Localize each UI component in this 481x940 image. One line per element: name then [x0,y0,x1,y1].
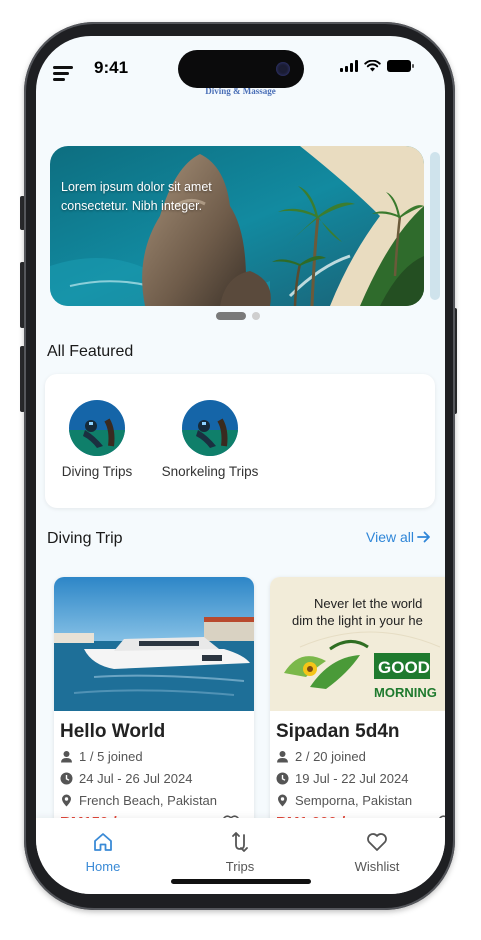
featured-section-title: All Featured [47,343,134,360]
stage: 9:41 Diving & Massage Lorem ipsum dolor … [0,0,481,940]
nav-item-trips[interactable]: Trips [195,832,285,874]
banner-slide[interactable]: Lorem ipsum dolor sit amet consectetur. … [50,146,424,306]
diving-trip-section-title: Diving Trip [47,530,123,547]
featured-item-label: Diving Trips [61,464,133,479]
heart-icon [367,833,387,851]
person-icon [61,750,72,762]
trip-title: Hello World [60,721,166,742]
person-icon [277,750,288,762]
trip-title: Sipadan 5d4n [276,721,400,742]
dynamic-island [178,50,304,88]
nav-label-home: Home [85,859,121,874]
trips-icon [232,832,248,852]
trip-location: Semporna, Pakistan [276,791,445,809]
home-icon [94,833,112,851]
trip-dates: 24 Jul - 26 Jul 2024 [60,769,254,787]
nav-item-home[interactable]: Home [58,832,148,874]
nav-item-wishlist[interactable]: Wishlist [332,832,422,874]
arrow-right-icon [417,531,430,543]
camera-icon [276,62,290,76]
trip-joined-text: 2 / 20 joined [295,748,366,764]
next-banner-peek[interactable] [430,152,440,300]
image-badge-good: GOOD [378,658,430,677]
trip-location-text: French Beach, Pakistan [79,792,218,808]
trip-joined: 2 / 20 joined [276,747,445,765]
bottom-nav: Home Trips Wishlist [36,818,445,894]
trip-joined: 1 / 5 joined [60,747,254,765]
featured-item-diving-trips[interactable]: Diving Trips [56,400,138,479]
trip-card[interactable]: Hello World 1 / 5 joined 24 Jul - 26 Jul… [54,577,254,837]
trip-location-text: Semporna, Pakistan [295,792,413,808]
banner-text: Lorem ipsum dolor sit amet consectetur. … [61,180,212,213]
diving-trips-avatar [69,400,125,456]
location-pin-icon [62,794,71,806]
trip-dates-text: 24 Jul - 26 Jul 2024 [79,770,193,786]
status-icons [340,60,414,72]
clock-icon [276,772,289,784]
carousel-dot[interactable] [252,312,260,320]
image-badge-morning: MORNING [374,685,437,700]
home-indicator [171,879,311,884]
snorkeling-trips-avatar [182,400,238,456]
nav-label-trips: Trips [225,859,255,874]
image-text-line2: dim the light in your he [292,613,423,628]
trip-image-yacht [54,577,254,711]
clock-icon [60,772,73,784]
banner-carousel[interactable]: Lorem ipsum dolor sit amet consectetur. … [50,146,440,308]
carousel-indicator [216,312,260,320]
trip-card[interactable]: Never let the world dim the light in you… [270,577,445,837]
location-pin-icon [278,794,287,806]
view-all-label: View all [366,529,414,545]
cellular-signal-icon [340,60,358,72]
trip-image-good-morning: Never let the world dim the light in you… [270,577,445,711]
trip-dates: 19 Jul - 22 Jul 2024 [276,769,445,787]
app-screen: 9:41 Diving & Massage Lorem ipsum dolor … [36,36,445,894]
banner-image [50,146,424,306]
trip-location: French Beach, Pakistan [60,791,254,809]
featured-card: Diving Trips Snorkeling Trips [45,374,435,508]
nav-label-wishlist: Wishlist [354,859,400,874]
carousel-dot-active[interactable] [216,312,246,320]
image-text-line1: Never let the world [314,596,422,611]
wifi-icon [364,60,381,72]
menu-icon[interactable] [53,66,73,81]
trip-joined-text: 1 / 5 joined [79,748,143,764]
featured-item-label: Snorkeling Trips [161,464,259,479]
battery-icon [387,60,414,72]
featured-item-snorkeling-trips[interactable]: Snorkeling Trips [155,400,265,479]
trip-dates-text: 19 Jul - 22 Jul 2024 [295,770,409,786]
view-all-link[interactable]: View all [366,529,431,545]
status-time: 9:41 [94,58,129,77]
